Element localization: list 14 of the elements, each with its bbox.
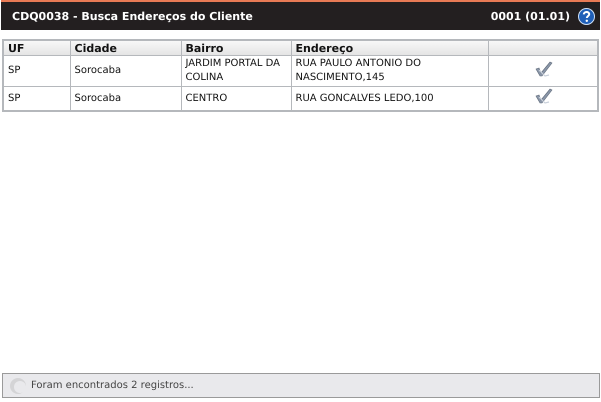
table-cell: Sorocaba xyxy=(70,56,181,86)
window-title: CDQ0038 - Busca Endereços do Cliente xyxy=(12,10,254,22)
version-label: 0001 (01.01) xyxy=(490,10,570,22)
table-cell: RUA PAULO ANTONIO DO NASCIMENTO,145 xyxy=(291,56,488,86)
checkmark-icon[interactable] xyxy=(534,88,553,104)
status-text: Foram encontrados 2 registros... xyxy=(31,380,194,391)
column-header: Cidade xyxy=(70,40,181,56)
checkmark-icon[interactable] xyxy=(534,60,553,76)
help-icon[interactable] xyxy=(578,8,595,24)
table-cell: JARDIM PORTAL DA COLINA xyxy=(181,56,291,86)
table-cell: SP xyxy=(3,56,70,86)
column-header: Endereço xyxy=(291,40,488,56)
column-header: UF xyxy=(3,40,70,56)
column-header: Bairro xyxy=(181,40,291,56)
